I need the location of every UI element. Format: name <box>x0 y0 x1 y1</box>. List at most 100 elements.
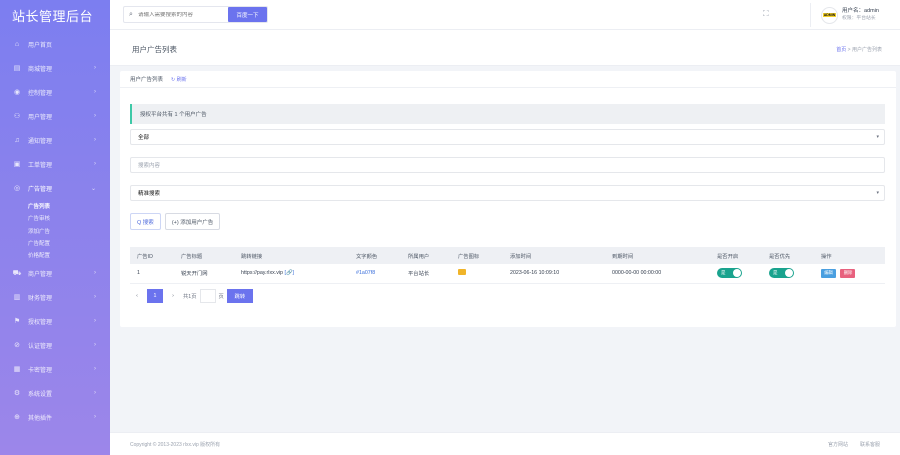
search-button[interactable]: 百度一下 <box>228 7 267 22</box>
goto-page-input[interactable] <box>199 289 216 303</box>
cell-url: https://pay.rlxx.vip [🔗] <box>234 264 349 284</box>
goto-page-button[interactable]: 跳转 <box>226 289 253 303</box>
link-icon[interactable]: [🔗] <box>284 270 294 276</box>
target-icon: ◉ <box>13 89 21 96</box>
column-header: 是否优先 <box>762 247 814 264</box>
breadcrumb-home[interactable]: 首页 <box>836 47 846 53</box>
info-tip: 授权平台共有 1 个用户广告 <box>130 104 885 124</box>
sidebar-item-label: 通知管理 <box>28 138 53 145</box>
column-header: 到期时间 <box>605 247 710 264</box>
prev-page-button[interactable]: ‹ <box>130 289 144 303</box>
sidebar-item-label: 控制管理 <box>28 90 53 97</box>
column-header: 跳转链接 <box>234 247 349 264</box>
enabled-toggle[interactable]: 是 <box>717 268 742 279</box>
chevron-right-icon: › <box>94 89 96 95</box>
page-title: 用户广告列表 <box>132 45 177 54</box>
gear-icon: ⚙ <box>13 390 21 398</box>
toggle-knob <box>733 269 741 278</box>
priority-toggle[interactable]: 是 <box>769 268 794 279</box>
sidebar-item[interactable]: ◎ 广告管理 ⌄ <box>0 176 110 200</box>
card-title: 用户广告列表 <box>130 77 164 83</box>
type-select-value: 全部 <box>138 135 150 141</box>
next-page-button[interactable]: › <box>166 289 180 303</box>
sidebar-subitem[interactable]: 广告配置 <box>0 237 110 249</box>
footer-link-official[interactable]: 官方网站 <box>828 441 848 448</box>
search-icon: ⌕ <box>129 10 133 18</box>
column-header: 广告ID <box>130 247 174 264</box>
calendar-icon: ▦ <box>13 366 21 374</box>
user-menu[interactable]: ADMIN 用户名：admin 权限：平台站长 <box>810 3 900 27</box>
sidebar-item[interactable]: ⊘ 认证管理 › <box>0 333 110 357</box>
fullscreen-icon[interactable]: ⛶ <box>763 9 769 19</box>
search-input[interactable] <box>138 11 218 18</box>
topbar: ⌕ 百度一下 ⛶ ADMIN 用户名：admin 权限：平台站长 <box>110 0 900 30</box>
goto-page-unit: 页 <box>218 294 224 300</box>
column-header: 添加时间 <box>503 247 605 264</box>
current-page[interactable]: 1 <box>147 289 163 303</box>
sidebar: 站长管理后台 ⌂ 用户首页 ▤ 商城管理 › ◉ 控制管理 › ⚇ 用户管理 › ♫ 通知管理 › ▣ 工单管… <box>0 0 110 455</box>
flag-icon: ⚑ <box>13 318 21 326</box>
refresh-link[interactable]: ↻ 刷新 <box>171 76 187 83</box>
cell-id: 1 <box>130 264 174 284</box>
shield-icon: ⊘ <box>14 342 20 350</box>
sidebar-item[interactable]: ▥ 财务管理 › <box>0 285 110 309</box>
card-header: 用户广告列表 ↻ 刷新 <box>120 71 896 88</box>
search-submit-button[interactable]: Q 搜索 <box>130 213 161 230</box>
user-name: 用户名：admin <box>842 8 879 14</box>
pagination: ‹ 1 › 共1页 页 跳转 <box>130 289 253 303</box>
refresh-label: 刷新 <box>176 76 187 83</box>
sidebar-submenu: 广告列表 广告审核 添加广告 广告配置 价格配置 <box>0 200 110 261</box>
sidebar-item[interactable]: ▣ 工单管理 › <box>0 152 110 176</box>
add-ad-button[interactable]: (+) 添加用户广告 <box>164 213 221 230</box>
sidebar-subitem[interactable]: 广告列表 <box>0 200 110 212</box>
cell-added: 2023-06-16 10:09:10 <box>503 264 605 284</box>
chevron-right-icon: › <box>94 390 96 397</box>
sidebar-subitem[interactable]: 添加广告 <box>0 225 110 237</box>
chevron-right-icon: › <box>94 137 96 143</box>
sidebar-item-label: 用户管理 <box>28 114 53 121</box>
sidebar-item-label: 系统设置 <box>28 391 53 398</box>
column-header: 是否开启 <box>710 247 762 264</box>
chevron-right-icon: › <box>94 161 96 167</box>
home-icon: ⌂ <box>14 40 20 48</box>
column-header: 广告标题 <box>174 247 234 264</box>
user-icon: ⚇ <box>13 113 21 120</box>
sidebar-item[interactable]: ▦ 卡密管理 › <box>0 357 110 381</box>
enabled-toggle-label: 是 <box>721 270 726 276</box>
page-header: 用户广告列表 首页 > 用户广告列表 <box>110 30 900 66</box>
sidebar-item[interactable]: ▤ 商城管理 › <box>0 56 110 80</box>
keyword-input[interactable]: 搜索内容 <box>130 157 885 173</box>
chevron-down-icon: ▾ <box>876 190 879 196</box>
sidebar-item[interactable]: ⚙ 系统设置 › <box>0 381 110 405</box>
sidebar-item[interactable]: ⌂ 用户首页 <box>0 32 110 56</box>
sidebar-subitem[interactable]: 广告审核 <box>0 212 110 224</box>
sidebar-item[interactable]: ◉ 控制管理 › <box>0 80 110 104</box>
sidebar-item[interactable]: ⊕ 其他插件 › <box>0 405 110 429</box>
sidebar-item-label: 广告管理 <box>28 186 53 193</box>
chevron-right-icon: › <box>94 65 96 71</box>
type-select[interactable]: 全部 ▾ <box>130 129 885 145</box>
ticket-icon: ▣ <box>13 161 21 168</box>
delete-button[interactable]: 删除 <box>840 268 856 278</box>
chevron-right-icon: › <box>94 270 96 277</box>
cart-icon: ⛟ <box>12 269 22 277</box>
refresh-icon: ↻ <box>171 76 176 83</box>
sidebar-item[interactable]: ⚑ 授权管理 › <box>0 309 110 333</box>
search-mode-select[interactable]: 精准搜索 ▾ <box>130 185 885 201</box>
copyright: Copyright © 2013-2023 rlxx.vip 版权所有 <box>130 441 221 448</box>
eye-icon: ◎ <box>13 185 21 192</box>
user-role: 权限：平台站长 <box>842 16 876 21</box>
sidebar-subitem[interactable]: 价格配置 <box>0 249 110 261</box>
ad-list-card: 用户广告列表 ↻ 刷新 授权平台共有 1 个用户广告 全部 ▾ 搜索内容 精准搜… <box>120 71 896 327</box>
sidebar-item[interactable]: ♫ 通知管理 › <box>0 128 110 152</box>
edit-button[interactable]: 编辑 <box>821 268 836 278</box>
grid-icon: ▤ <box>13 65 21 72</box>
sidebar-item[interactable]: ⛟ 商户管理 › <box>0 261 110 285</box>
sidebar-item-label: 认证管理 <box>28 343 53 350</box>
sidebar-item-label: 工单管理 <box>28 162 53 169</box>
total-pages: 共1页 <box>183 294 197 300</box>
sidebar-item[interactable]: ⚇ 用户管理 › <box>0 104 110 128</box>
chevron-right-icon: › <box>94 366 96 373</box>
footer-link-support[interactable]: 联系客服 <box>860 441 880 448</box>
footer: Copyright © 2013-2023 rlxx.vip 版权所有 官方网站… <box>110 432 900 455</box>
